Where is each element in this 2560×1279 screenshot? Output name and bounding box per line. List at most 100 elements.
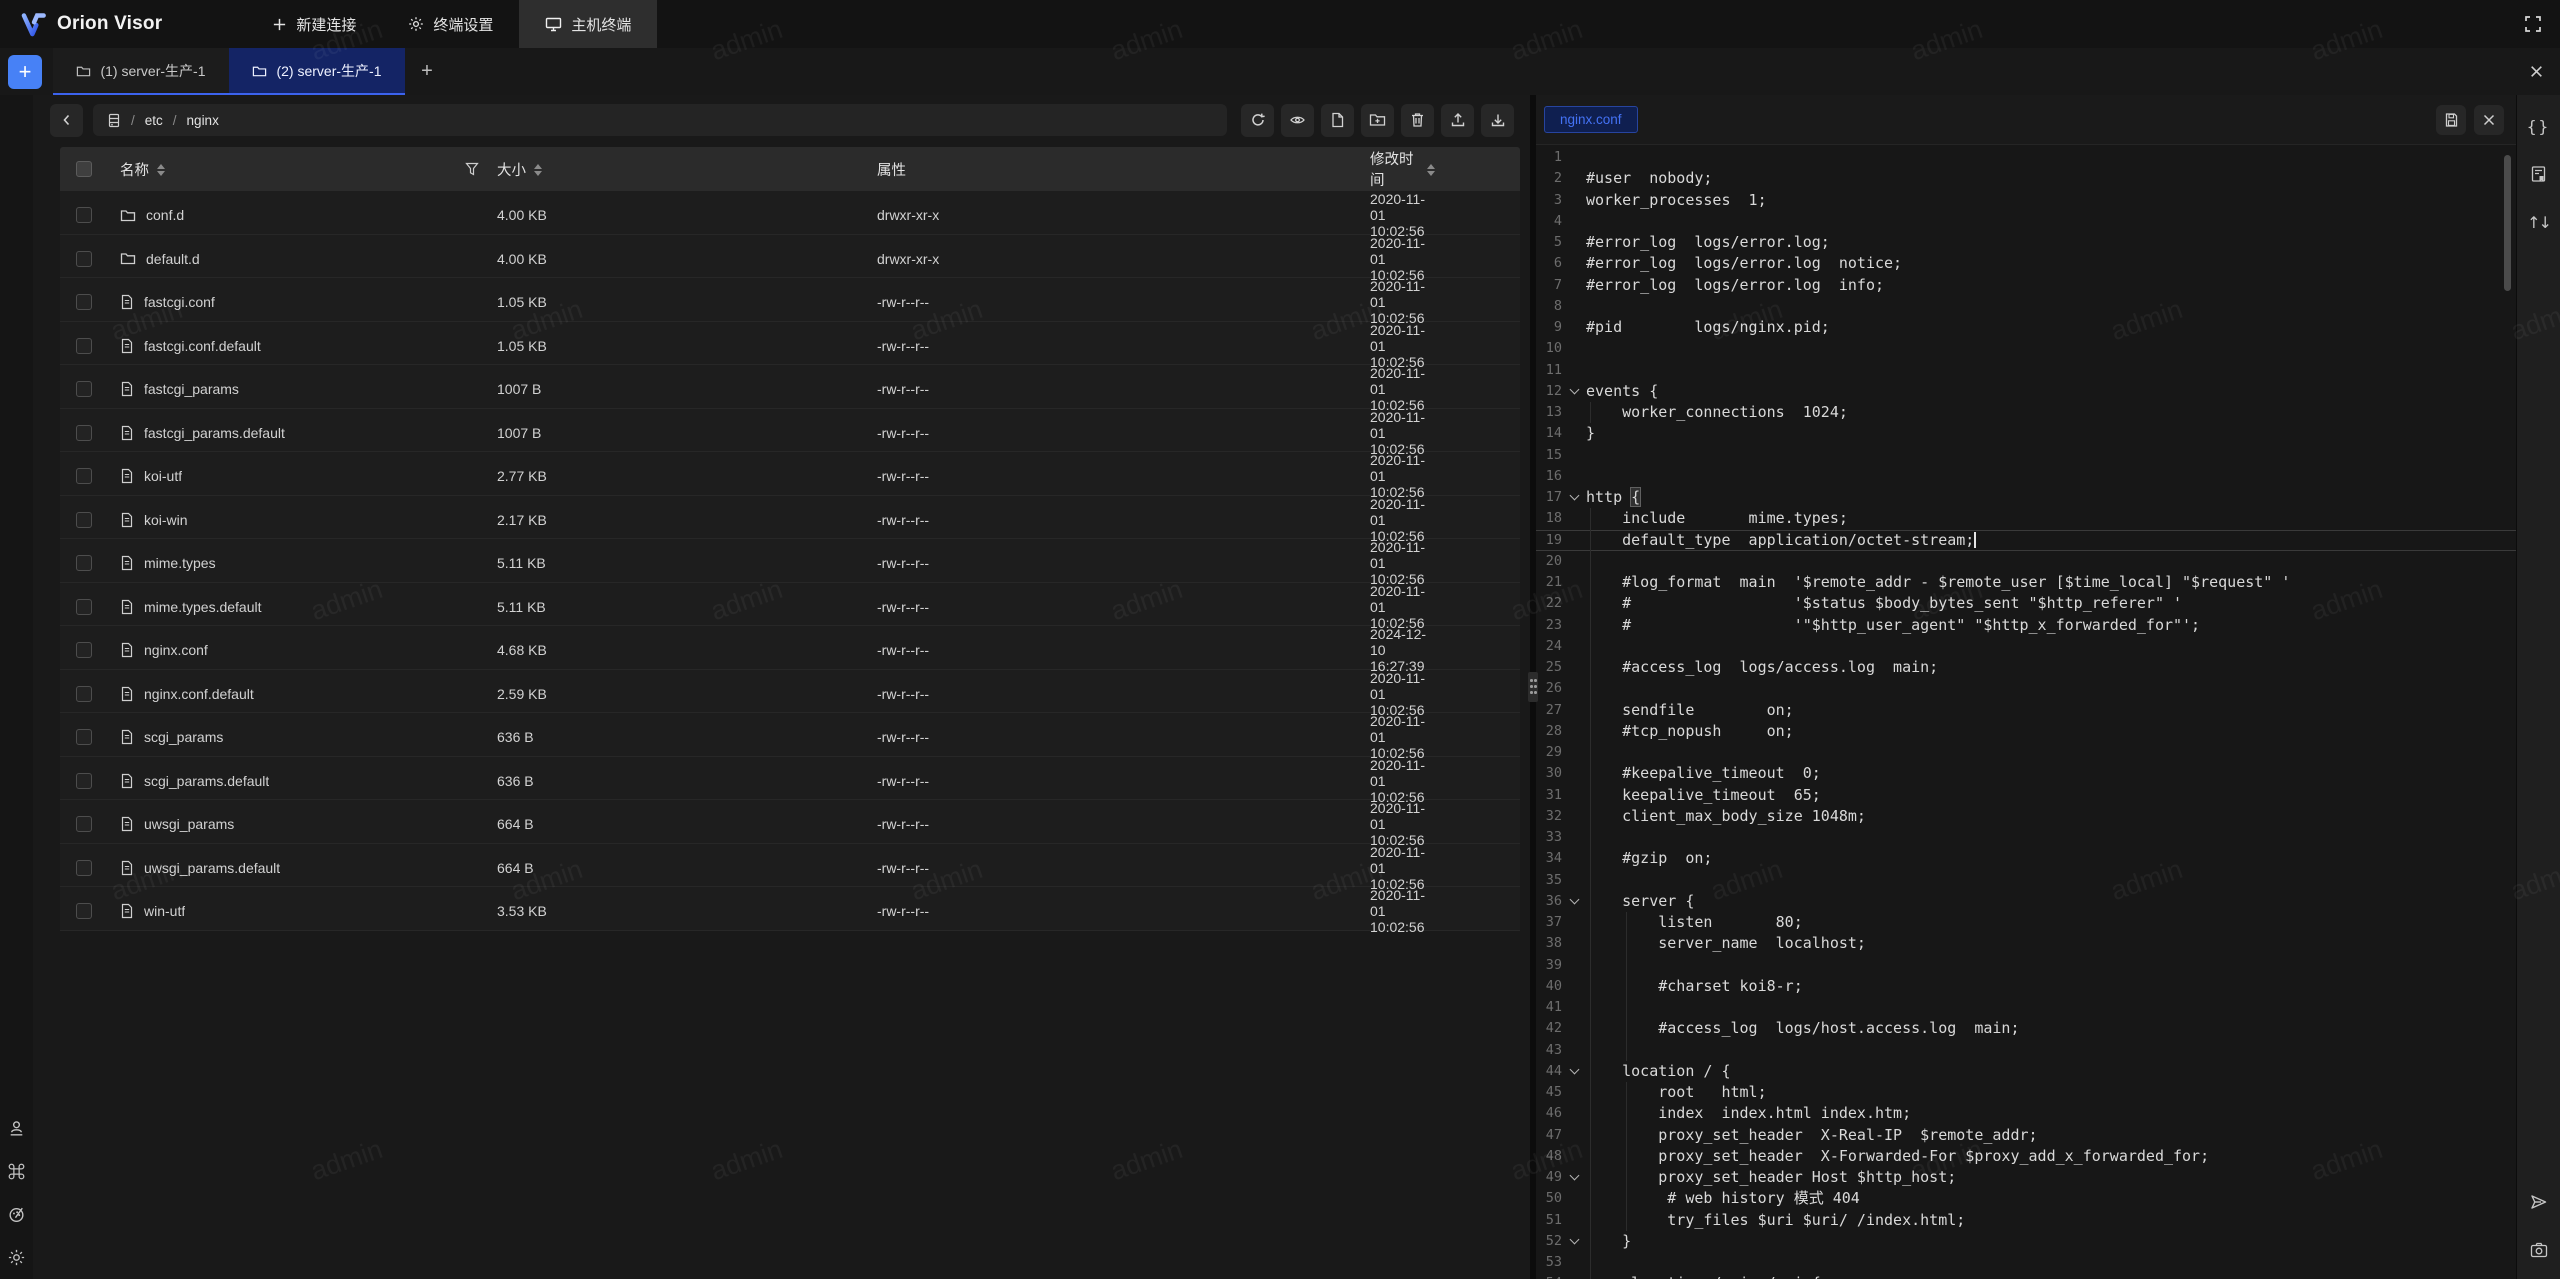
code-line[interactable]: 54 location /orion/api { [1536, 1273, 2516, 1279]
close-editor-button[interactable] [2474, 105, 2504, 135]
row-checkbox[interactable] [76, 425, 92, 441]
row-checkbox[interactable] [76, 338, 92, 354]
table-row[interactable]: fastcgi.conf.default 1.05 KB -rw-r--r-- … [60, 322, 1520, 366]
code-line[interactable]: 44 location / { [1536, 1061, 2516, 1082]
menu-new-connection[interactable]: 新建连接 [246, 0, 382, 48]
row-checkbox[interactable] [76, 773, 92, 789]
table-row[interactable]: fastcgi.conf 1.05 KB -rw-r--r-- 2020-11-… [60, 278, 1520, 322]
code-line[interactable]: 20 [1536, 551, 2516, 572]
table-row[interactable]: scgi_params.default 636 B -rw-r--r-- 202… [60, 757, 1520, 801]
table-row[interactable]: uwsgi_params 664 B -rw-r--r-- 2020-11-01… [60, 800, 1520, 844]
table-row[interactable]: scgi_params 636 B -rw-r--r-- 2020-11-01 … [60, 713, 1520, 757]
code-line[interactable]: 26 [1536, 678, 2516, 699]
code-line[interactable]: 43 [1536, 1040, 2516, 1061]
command-bar-button[interactable] [2521, 155, 2557, 193]
menu-host-terminal[interactable]: 主机终端 [519, 0, 657, 48]
row-checkbox[interactable] [76, 816, 92, 832]
preview-button[interactable] [1281, 104, 1314, 137]
close-panel-button[interactable] [2529, 64, 2544, 79]
fold-chevron-icon[interactable] [1569, 384, 1579, 394]
code-line[interactable]: 19 default_type application/octet-stream… [1536, 530, 2516, 551]
delete-button[interactable] [1401, 104, 1434, 137]
code-line[interactable]: 37 listen 80; [1536, 912, 2516, 933]
row-checkbox[interactable] [76, 642, 92, 658]
row-checkbox[interactable] [76, 207, 92, 223]
code-line[interactable]: 23 # '"$http_user_agent" "$http_x_forwar… [1536, 615, 2516, 636]
code-line[interactable]: 22 # '$status $body_bytes_sent "$http_re… [1536, 593, 2516, 614]
code-line[interactable]: 10 [1536, 338, 2516, 359]
code-line[interactable]: 27 sendfile on; [1536, 700, 2516, 721]
code-line[interactable]: 38 server_name localhost; [1536, 933, 2516, 954]
snippets-button[interactable]: {} [2521, 107, 2557, 145]
code-line[interactable]: 30 #keepalive_timeout 0; [1536, 763, 2516, 784]
filter-icon[interactable] [465, 162, 479, 176]
col-header-name[interactable]: 名称 [120, 159, 149, 180]
back-button[interactable] [50, 104, 83, 137]
code-line[interactable]: 3worker_processes 1; [1536, 190, 2516, 211]
fold-chevron-icon[interactable] [1569, 1064, 1579, 1074]
select-all-checkbox[interactable] [76, 161, 92, 177]
table-row[interactable]: koi-win 2.17 KB -rw-r--r-- 2020-11-01 10… [60, 496, 1520, 540]
theme-button[interactable] [7, 1205, 26, 1224]
code-line[interactable]: 7#error_log logs/error.log info; [1536, 275, 2516, 296]
table-row[interactable]: mime.types.default 5.11 KB -rw-r--r-- 20… [60, 583, 1520, 627]
table-row[interactable]: conf.d 4.00 KB drwxr-xr-x 2020-11-01 10:… [60, 191, 1520, 235]
code-line[interactable]: 15 [1536, 445, 2516, 466]
code-line[interactable]: 9#pid logs/nginx.pid; [1536, 317, 2516, 338]
download-button[interactable] [1481, 104, 1514, 137]
settings-button[interactable] [7, 1248, 26, 1267]
send-command-button[interactable] [2521, 1183, 2557, 1221]
code-line[interactable]: 50 # web history 模式 404 [1536, 1188, 2516, 1209]
code-line[interactable]: 4 [1536, 211, 2516, 232]
add-tab-button[interactable]: + [405, 48, 449, 95]
col-header-size[interactable]: 大小 [497, 159, 526, 180]
code-line[interactable]: 16 [1536, 466, 2516, 487]
shortcut-button[interactable] [7, 1162, 26, 1181]
code-line[interactable]: 33 [1536, 827, 2516, 848]
fold-chevron-icon[interactable] [1569, 894, 1579, 904]
code-line[interactable]: 40 #charset koi8-r; [1536, 976, 2516, 997]
fold-chevron-icon[interactable] [1569, 491, 1579, 501]
fold-gutter[interactable] [1562, 1061, 1586, 1082]
code-line[interactable]: 32 client_max_body_size 1048m; [1536, 806, 2516, 827]
row-checkbox[interactable] [76, 251, 92, 267]
row-checkbox[interactable] [76, 903, 92, 919]
user-button[interactable] [7, 1119, 26, 1138]
fold-gutter[interactable] [1562, 891, 1586, 912]
screenshot-button[interactable] [2521, 1231, 2557, 1269]
sort-mtime-toggle[interactable] [1427, 163, 1435, 176]
row-checkbox[interactable] [76, 729, 92, 745]
code-line[interactable]: 47 proxy_set_header X-Real-IP $remote_ad… [1536, 1125, 2516, 1146]
code-line[interactable]: 1 [1536, 147, 2516, 168]
code-area[interactable]: 12#user nobody;3worker_processes 1;45#er… [1536, 145, 2516, 1279]
sort-name-toggle[interactable] [157, 163, 165, 176]
breadcrumb-segment-etc[interactable]: etc [145, 113, 163, 128]
row-checkbox[interactable] [76, 468, 92, 484]
menu-terminal-settings[interactable]: 终端设置 [382, 0, 519, 48]
code-line[interactable]: 13 worker_connections 1024; [1536, 402, 2516, 423]
code-line[interactable]: 42 #access_log logs/host.access.log main… [1536, 1018, 2516, 1039]
row-checkbox[interactable] [76, 512, 92, 528]
code-line[interactable]: 18 include mime.types; [1536, 508, 2516, 529]
code-line[interactable]: 35 [1536, 870, 2516, 891]
table-row[interactable]: mime.types 5.11 KB -rw-r--r-- 2020-11-01… [60, 539, 1520, 583]
transfer-list-button[interactable]: ↑↓ [2521, 203, 2557, 241]
fold-chevron-icon[interactable] [1569, 1234, 1579, 1244]
code-line[interactable]: 2#user nobody; [1536, 168, 2516, 189]
code-line[interactable]: 49 proxy_set_header Host $http_host; [1536, 1167, 2516, 1188]
sort-size-toggle[interactable] [534, 163, 542, 176]
fold-gutter[interactable] [1562, 381, 1586, 402]
fold-gutter[interactable] [1562, 487, 1586, 508]
col-header-mtime[interactable]: 修改时间 [1370, 148, 1419, 190]
code-line[interactable]: 28 #tcp_nopush on; [1536, 721, 2516, 742]
upload-button[interactable] [1441, 104, 1474, 137]
code-line[interactable]: 51 try_files $uri $uri/ /index.html; [1536, 1210, 2516, 1231]
code-line[interactable]: 14} [1536, 423, 2516, 444]
code-line[interactable]: 25 #access_log logs/access.log main; [1536, 657, 2516, 678]
code-line[interactable]: 17http { [1536, 487, 2516, 508]
row-checkbox[interactable] [76, 686, 92, 702]
table-row[interactable]: win-utf 3.53 KB -rw-r--r-- 2020-11-01 10… [60, 887, 1520, 931]
path-breadcrumb[interactable]: / etc / nginx [93, 104, 1227, 136]
code-line[interactable]: 24 [1536, 636, 2516, 657]
code-line[interactable]: 46 index index.html index.htm; [1536, 1103, 2516, 1124]
